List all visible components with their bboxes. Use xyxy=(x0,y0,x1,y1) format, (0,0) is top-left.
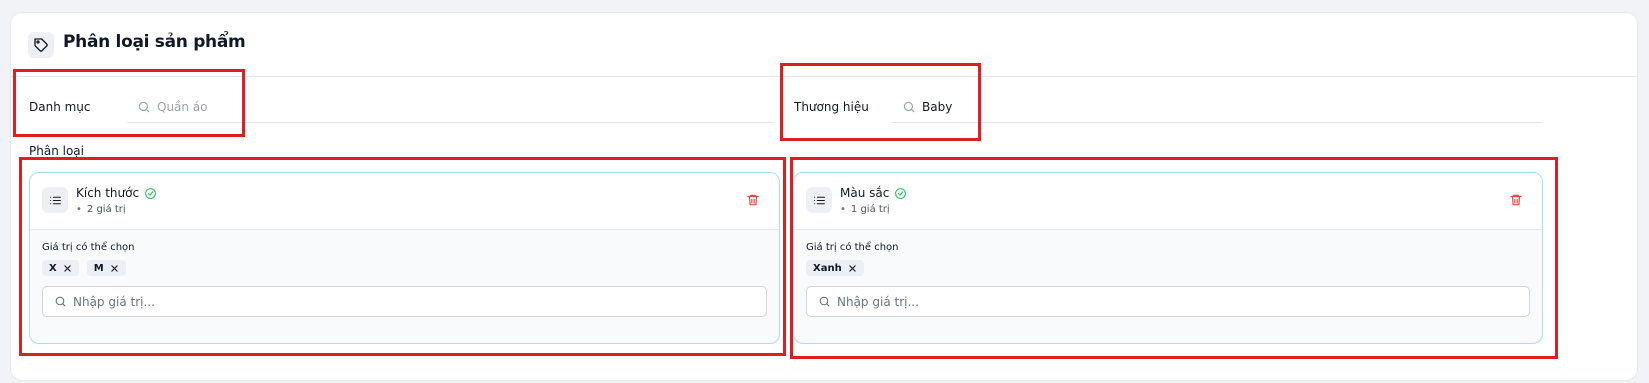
tag-icon xyxy=(28,32,54,58)
trash-icon[interactable] xyxy=(1509,193,1523,207)
chip-label: M xyxy=(93,262,104,274)
value-chips: Xanh xyxy=(806,260,864,276)
variant-header: Kích thước 2 giá trị xyxy=(30,173,779,230)
category-search-input[interactable]: Quần áo xyxy=(127,92,774,123)
trash-icon[interactable] xyxy=(746,193,760,207)
close-icon[interactable] xyxy=(110,264,119,273)
classification-label: Phân loại xyxy=(29,144,84,158)
variant-name: Màu sắc xyxy=(840,186,907,200)
category-placeholder: Quần áo xyxy=(157,100,208,114)
variant-count: 2 giá trị xyxy=(76,204,126,215)
variant-name: Kích thước xyxy=(76,186,157,200)
search-icon xyxy=(902,100,916,114)
variant-card-size: Kích thước 2 giá trị Giá trị có thể chọn… xyxy=(29,172,780,344)
list-icon[interactable] xyxy=(42,187,68,213)
variant-header: Màu sắc 1 giá trị xyxy=(794,173,1542,230)
check-circle-icon xyxy=(894,187,907,200)
check-circle-icon xyxy=(144,187,157,200)
variant-card-color: Màu sắc 1 giá trị Giá trị có thể chọn Xa… xyxy=(793,172,1543,344)
search-icon xyxy=(137,100,151,114)
value-chip: Xanh xyxy=(806,260,864,276)
brand-value: Baby xyxy=(922,100,953,114)
product-classification-card: Phân loại sản phẩm Danh mục Quần áo Thươ… xyxy=(10,12,1638,381)
value-chip: M xyxy=(86,260,126,276)
value-input[interactable]: Nhập giá trị... xyxy=(42,286,767,317)
variant-name-text: Kích thước xyxy=(76,186,140,200)
value-input[interactable]: Nhập giá trị... xyxy=(806,286,1530,317)
available-values-label: Giá trị có thể chọn xyxy=(42,242,135,253)
value-chips: X M xyxy=(42,260,126,276)
value-chip: X xyxy=(42,260,79,276)
card-header: Phân loại sản phẩm xyxy=(11,13,1637,77)
brand-label: Thương hiệu xyxy=(794,100,869,114)
search-icon xyxy=(818,295,831,308)
category-label: Danh mục xyxy=(29,100,91,114)
chip-label: X xyxy=(49,262,57,274)
variant-name-text: Màu sắc xyxy=(840,186,890,200)
close-icon[interactable] xyxy=(848,264,857,273)
list-icon[interactable] xyxy=(806,187,832,213)
section-title: Phân loại sản phẩm xyxy=(63,32,246,52)
search-icon xyxy=(54,295,67,308)
value-input-placeholder: Nhập giá trị... xyxy=(73,294,155,309)
variant-count: 1 giá trị xyxy=(840,204,890,215)
brand-search-input[interactable]: Baby xyxy=(892,92,1543,123)
available-values-label: Giá trị có thể chọn xyxy=(806,242,899,253)
close-icon[interactable] xyxy=(63,264,72,273)
value-input-placeholder: Nhập giá trị... xyxy=(837,294,919,309)
chip-label: Xanh xyxy=(813,262,842,274)
